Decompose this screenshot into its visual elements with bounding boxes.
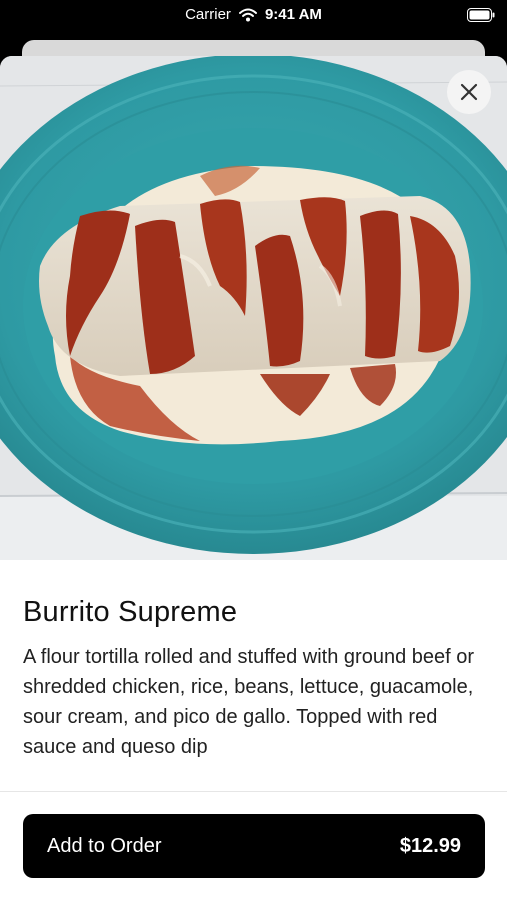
item-price: $12.99 (399, 834, 461, 857)
item-description: A flour tortilla rolled and stuffed with… (23, 646, 475, 758)
close-button[interactable] (447, 70, 491, 114)
item-photo (0, 56, 507, 560)
status-center: Carrier 9:41 AM (0, 6, 507, 23)
close-icon (460, 83, 478, 101)
add-to-order-label: Add to Order (47, 834, 162, 857)
status-bar: Carrier 9:41 AM (0, 0, 507, 30)
add-to-order-button[interactable]: Add to Order $12.99 (23, 814, 485, 878)
battery-icon (467, 8, 495, 22)
item-title: Burrito Supreme (23, 596, 238, 628)
status-time: 9:41 AM (264, 6, 322, 23)
wifi-icon (238, 8, 257, 21)
item-detail-sheet: Burrito Supreme A flour tortilla rolled … (0, 56, 507, 900)
carrier-label: Carrier (185, 6, 231, 23)
divider (0, 791, 507, 792)
burrito-photo (0, 56, 507, 560)
